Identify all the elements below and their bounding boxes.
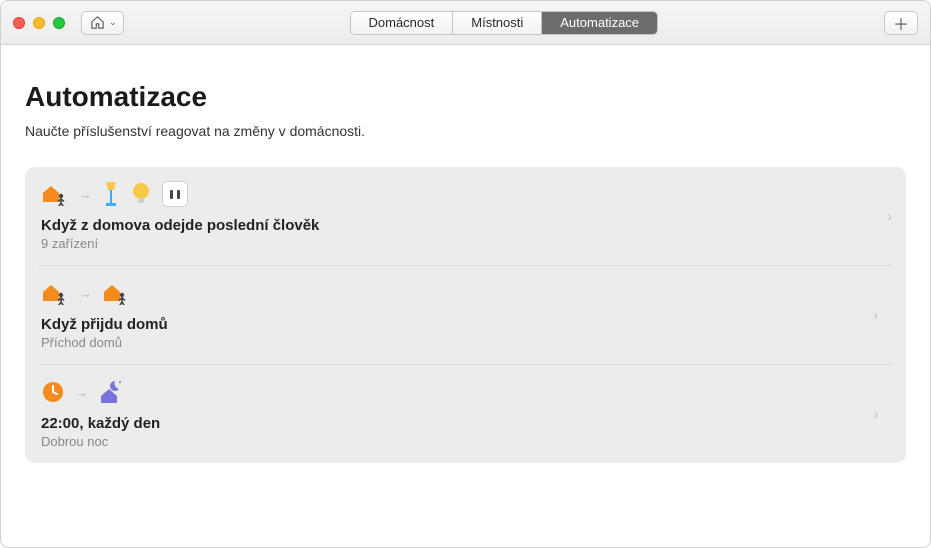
automation-subtitle: Dobrou noc <box>41 434 890 449</box>
titlebar: ⌄ Domácnost Místnosti Automatizace ＋ <box>1 1 930 45</box>
clock-icon <box>41 380 65 404</box>
arrow-icon: → <box>79 286 92 301</box>
tab-rooms[interactable]: Místnosti <box>452 12 541 34</box>
chevron-right-icon: › <box>873 406 878 422</box>
home-leave-icon <box>41 182 69 206</box>
night-home-icon <box>98 379 124 405</box>
close-button[interactable] <box>13 17 25 29</box>
chevron-right-icon: › <box>873 307 878 323</box>
add-button[interactable]: ＋ <box>884 11 918 35</box>
home-icon <box>90 15 105 30</box>
outlet-icon <box>162 181 188 207</box>
view-tabs: Domácnost Místnosti Automatizace <box>350 11 659 35</box>
automation-subtitle: 9 zařízení <box>41 236 890 251</box>
automation-title: Když z domova odejde poslední člověk <box>41 217 890 234</box>
bulb-icon <box>130 181 152 207</box>
automation-row[interactable]: → <box>25 167 906 265</box>
home-dropdown[interactable]: ⌄ <box>81 11 124 35</box>
arrow-icon: → <box>75 385 88 400</box>
automation-icons: → <box>41 377 890 407</box>
tab-home[interactable]: Domácnost <box>351 12 453 34</box>
page-title: Automatizace <box>25 81 906 113</box>
app-window: ⌄ Domácnost Místnosti Automatizace ＋ Aut… <box>0 0 931 548</box>
home-arrive-icon <box>41 281 69 305</box>
chevron-down-icon: ⌄ <box>109 17 117 28</box>
tab-automation[interactable]: Automatizace <box>541 12 657 34</box>
minimize-button[interactable] <box>33 17 45 29</box>
window-controls <box>13 17 65 29</box>
automation-icons: → <box>41 179 890 209</box>
content-area: Automatizace Naučte příslušenství reagov… <box>1 45 930 547</box>
maximize-button[interactable] <box>53 17 65 29</box>
automation-title: Když přijdu domů <box>41 316 890 333</box>
automation-title: 22:00, každý den <box>41 415 890 432</box>
automation-row[interactable]: → 22:00, každý den Dobrou noc › <box>39 364 892 463</box>
automation-list: → <box>25 167 906 463</box>
automation-icons: → <box>41 278 890 308</box>
automation-row[interactable]: → Když přijdu domů Příchod domů › <box>39 265 892 364</box>
plus-icon: ＋ <box>893 11 909 35</box>
page-subtitle: Naučte příslušenství reagovat na změny v… <box>25 123 906 139</box>
lamp-icon <box>102 180 120 208</box>
home-person-icon <box>102 281 130 305</box>
chevron-right-icon: › <box>887 208 892 224</box>
automation-subtitle: Příchod domů <box>41 335 890 350</box>
arrow-icon: → <box>79 187 92 202</box>
